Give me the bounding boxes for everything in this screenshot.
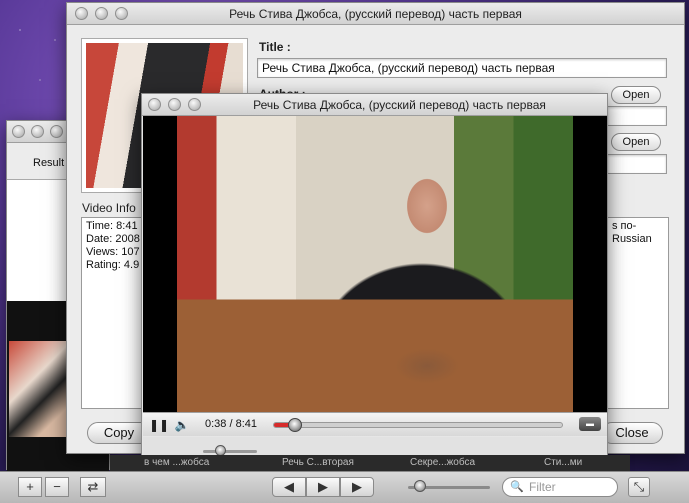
add-button[interactable]: + <box>18 477 42 497</box>
back-arrow-icon: ◀ <box>284 479 294 494</box>
author-field[interactable] <box>607 106 667 126</box>
previous-button[interactable]: ◀ <box>272 477 306 497</box>
seek-bar[interactable] <box>273 418 563 432</box>
info-time: Time: 8:41 <box>86 220 138 232</box>
repeat-button[interactable]: ⇄ <box>80 477 106 497</box>
description-line-1: s по- <box>612 220 637 232</box>
play-button[interactable]: ▶ <box>306 477 340 497</box>
video-area[interactable] <box>143 116 607 412</box>
resize-icon[interactable]: ⤡ <box>628 477 650 497</box>
player-title: Речь Стива Джобса, (русский перевод) час… <box>253 98 546 112</box>
pause-icon[interactable]: ❚❚ <box>149 416 169 434</box>
search-icon: 🔍 <box>510 481 524 493</box>
volume-icon[interactable]: 🔈 <box>173 416 191 434</box>
zoom-slider-handle[interactable] <box>414 480 426 492</box>
close-window-icon[interactable] <box>12 125 25 138</box>
result-thumbnail[interactable] <box>9 341 69 437</box>
playlist-strip: в чем ...жобса Речь С...вторая Секре...ж… <box>110 455 630 471</box>
minimize-window-icon[interactable] <box>168 98 181 111</box>
player-controls: ❚❚ 🔈 0:38 / 8:41 ▬ <box>143 412 607 436</box>
title-label: Title : <box>259 40 291 54</box>
close-button[interactable]: Close <box>601 422 663 444</box>
info-views: Views: 107 <box>86 246 140 258</box>
filter-search-field[interactable]: 🔍 Filter <box>502 477 618 497</box>
filter-placeholder: Filter <box>529 480 556 494</box>
info-rating: Rating: 4.9 <box>86 259 140 271</box>
seek-handle[interactable] <box>288 418 303 432</box>
remove-button[interactable]: − <box>45 477 69 497</box>
zoom-window-icon[interactable] <box>50 125 63 138</box>
strip-item-2[interactable]: Речь С...вторая <box>282 457 354 468</box>
url-field[interactable] <box>607 154 667 174</box>
forward-arrow-icon: ▶ <box>352 479 362 494</box>
title-field[interactable]: Речь Стива Джобса, (русский перевод) час… <box>257 58 667 78</box>
volume-slider[interactable] <box>203 450 257 453</box>
strip-item-1[interactable]: в чем ...жобса <box>144 457 209 468</box>
strip-item-3[interactable]: Секре...жобса <box>410 457 475 468</box>
minimize-window-icon[interactable] <box>31 125 44 138</box>
player-window: Речь Стива Джобса, (русский перевод) час… <box>141 93 608 465</box>
strip-item-4[interactable]: Сти...ми <box>544 457 582 468</box>
next-button[interactable]: ▶ <box>340 477 374 497</box>
results-label: Result <box>33 157 65 169</box>
fullscreen-icon[interactable]: ▬ <box>579 417 601 431</box>
description-line-2: Russian <box>612 233 652 245</box>
open-button[interactable]: Open <box>611 86 661 104</box>
window-title: Речь Стива Джобса, (русский перевод) час… <box>229 7 522 21</box>
player-titlebar: Речь Стива Джобса, (русский перевод) час… <box>142 94 607 116</box>
video-frame <box>177 116 573 412</box>
close-window-icon[interactable] <box>148 98 161 111</box>
info-titlebar: Речь Стива Джобса, (русский перевод) час… <box>67 3 684 25</box>
open-button-2[interactable]: Open <box>611 133 661 151</box>
video-info-label: Video Info <box>82 201 136 215</box>
time-display: 0:38 / 8:41 <box>205 418 257 430</box>
info-date: Date: 2008 <box>86 233 140 245</box>
play-icon: ▶ <box>318 479 328 494</box>
bottom-toolbar: + − ⇄ ◀ ▶ ▶ 🔍 Filter ⤡ <box>0 471 689 503</box>
